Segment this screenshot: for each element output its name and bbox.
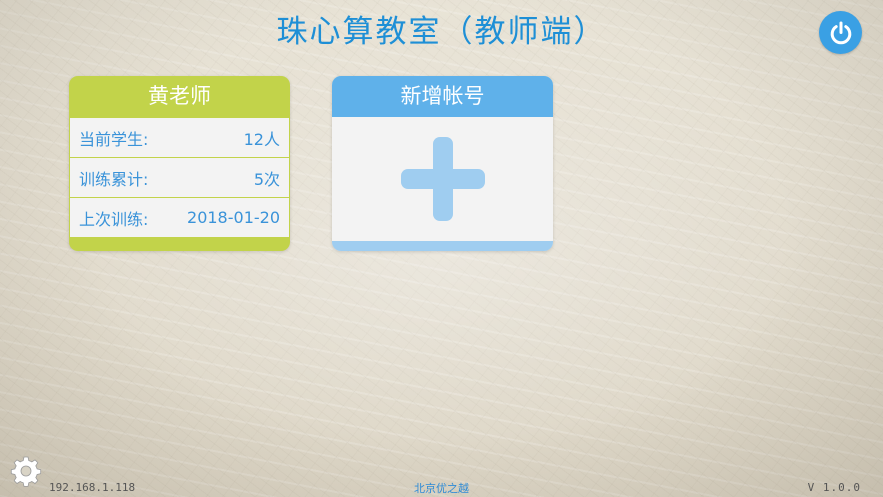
stat-value: 2018-01-20: [187, 208, 280, 227]
stat-label: 当前学生:: [79, 129, 149, 149]
power-icon: [830, 21, 851, 44]
page-title: 珠心算教室（教师端）: [276, 14, 607, 50]
teacher-card[interactable]: 黄老师 当前学生: 12人 训练累计: 5次 上次训练: 2018-01-20: [69, 76, 290, 251]
power-button[interactable]: [819, 11, 862, 54]
stat-value: 5次: [253, 169, 280, 189]
stat-row-training-total: 训练累计: 5次: [70, 158, 289, 197]
teacher-name: 黄老师: [148, 84, 211, 108]
company-name: 北京优之越: [414, 482, 469, 495]
stat-label: 训练累计:: [79, 169, 149, 189]
stat-label: 上次训练:: [79, 209, 149, 229]
add-account-title: 新增帐号: [332, 76, 553, 117]
add-account-body[interactable]: [332, 117, 553, 241]
add-account-footer-bar: [332, 241, 553, 251]
stat-row-last-training: 上次训练: 2018-01-20: [70, 198, 289, 237]
stat-row-current-students: 当前学生: 12人: [70, 118, 289, 157]
version-label: V 1.0.0: [807, 481, 861, 494]
plus-icon: [400, 137, 485, 221]
stat-value: 12人: [243, 129, 280, 149]
add-account-card[interactable]: 新增帐号: [332, 76, 553, 251]
